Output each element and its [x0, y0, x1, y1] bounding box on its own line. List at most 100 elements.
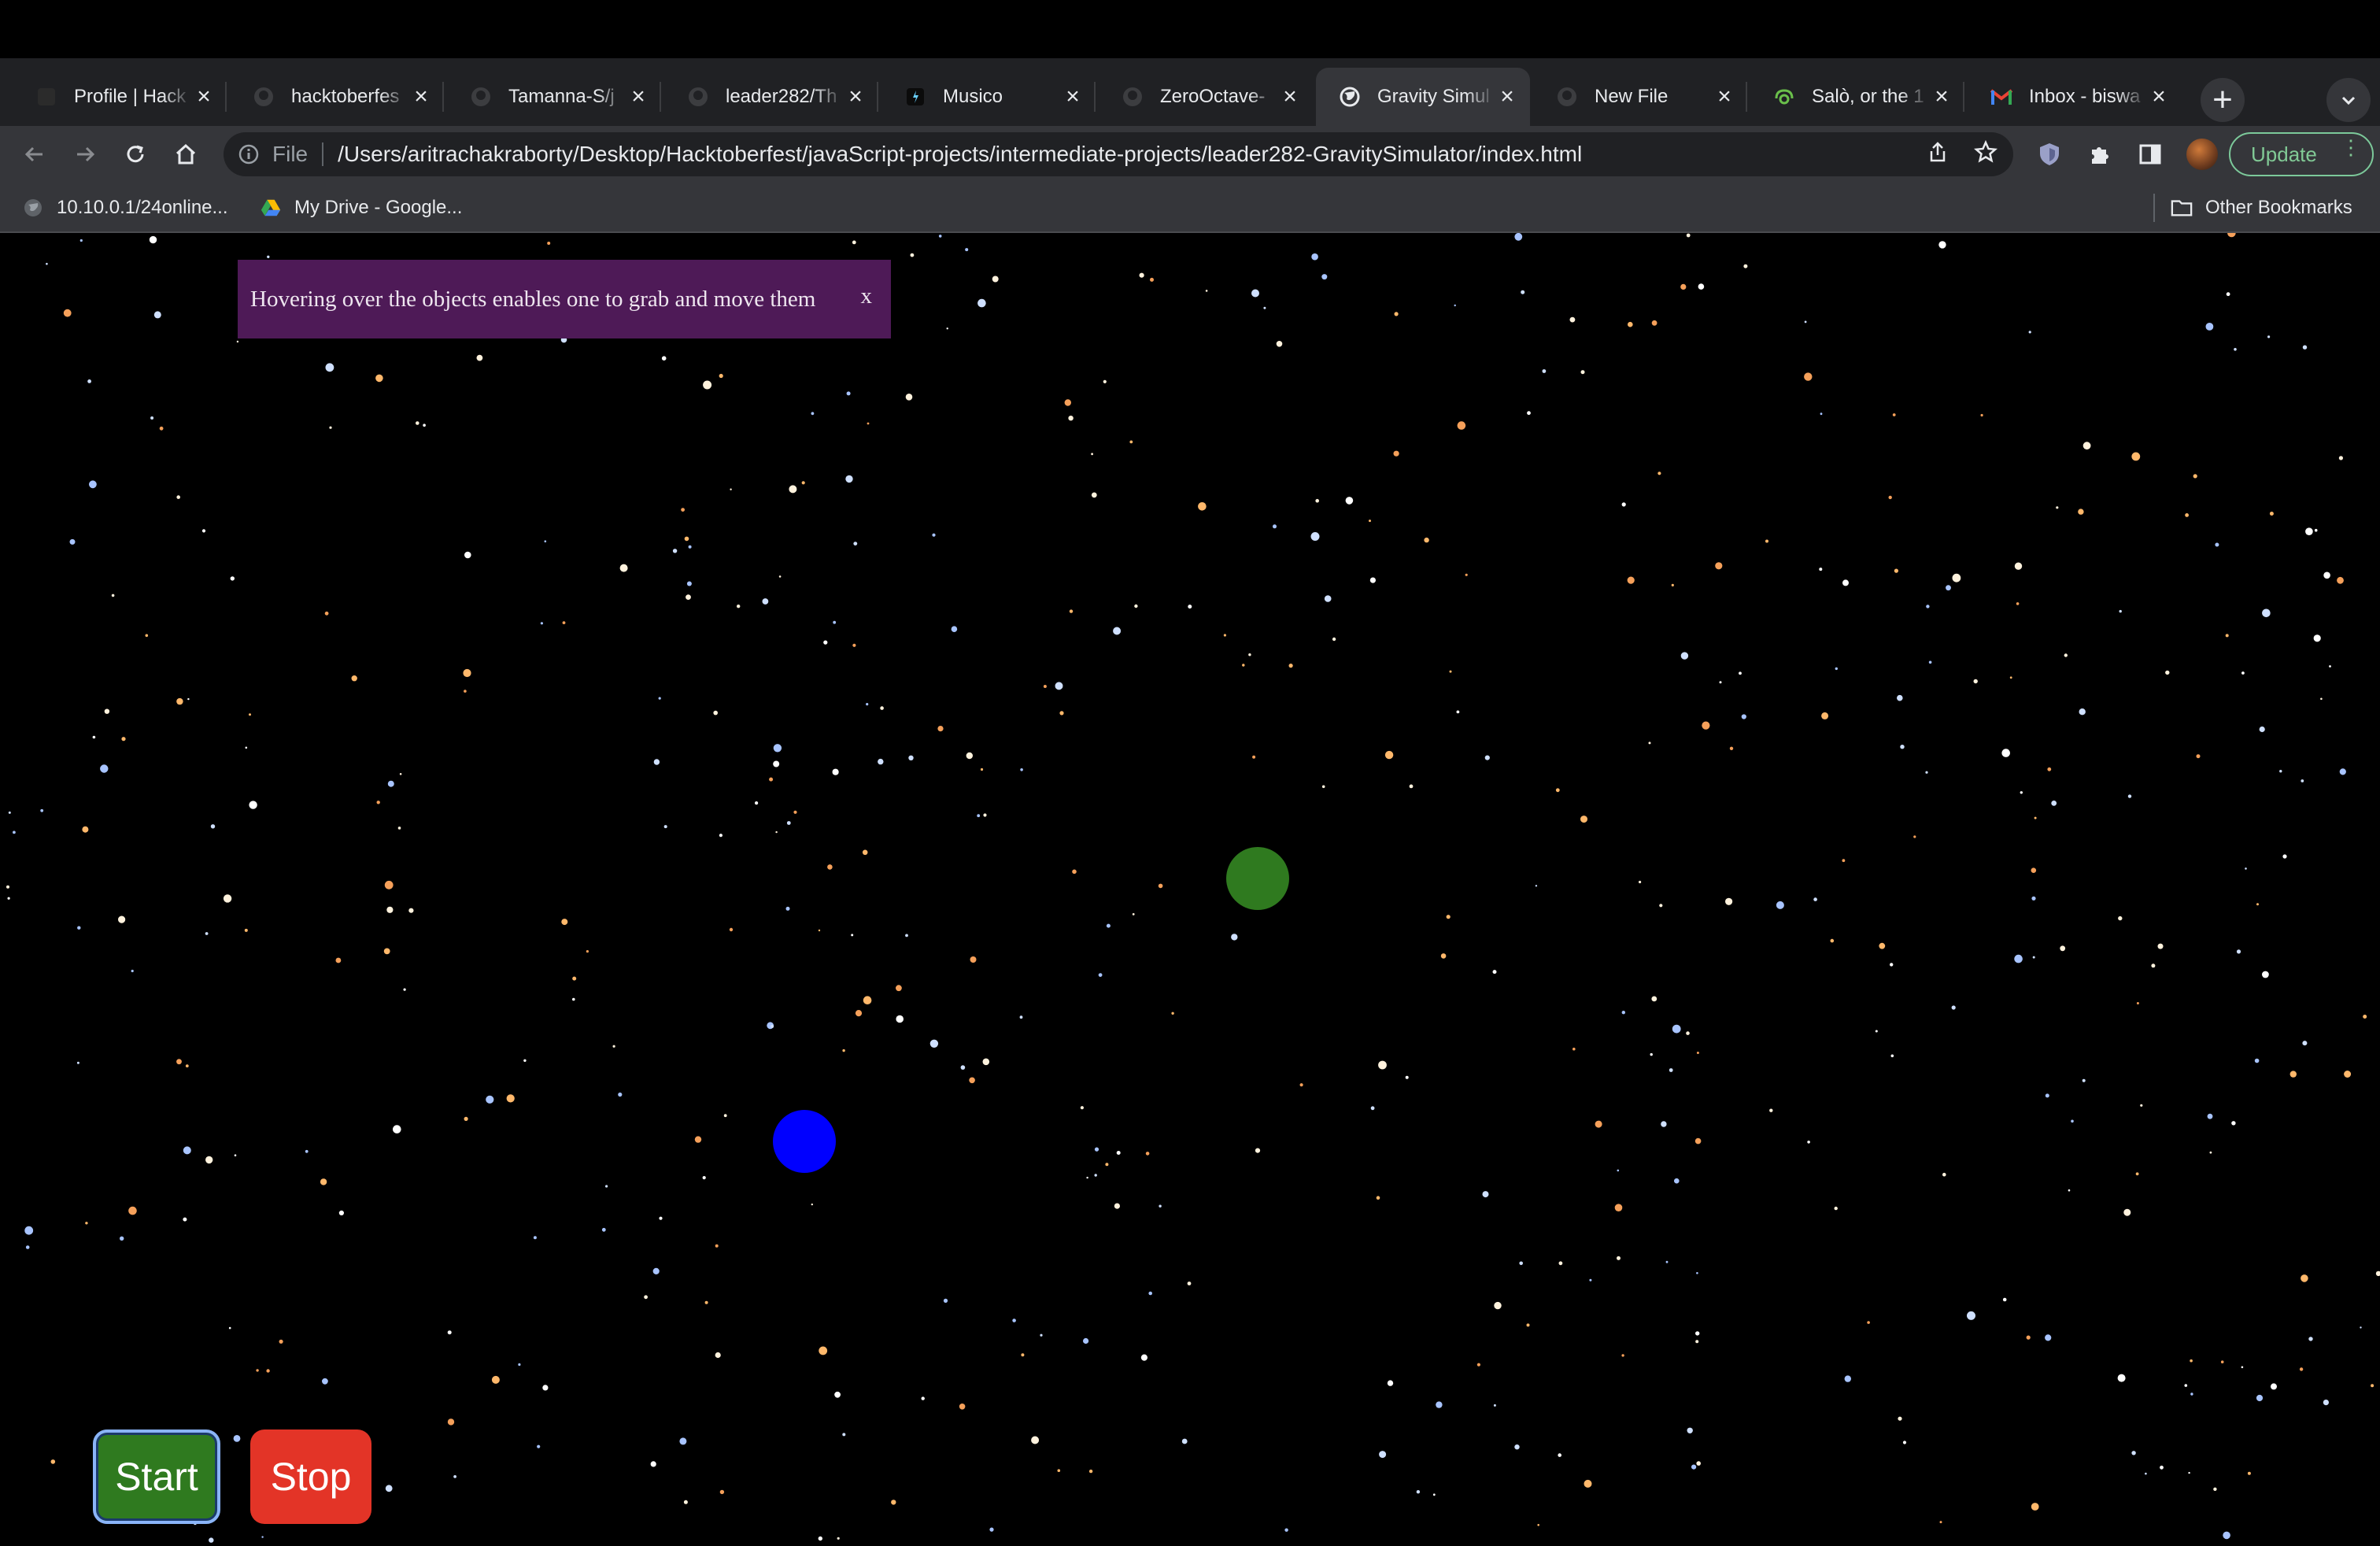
star [1088, 1469, 1093, 1474]
tab-inbox[interactable]: Inbox - biswa × [1968, 68, 2182, 126]
bookmark-my-drive[interactable]: My Drive - Google... [260, 194, 462, 222]
tab-gravity-simulator[interactable]: Gravity Simul × [1316, 68, 1530, 126]
star [1019, 1015, 1023, 1019]
star [1129, 440, 1133, 444]
star [7, 897, 10, 900]
star [183, 1217, 187, 1222]
new-tab-button[interactable]: + [2201, 78, 2245, 122]
star [1686, 1031, 1690, 1035]
star [1680, 283, 1687, 290]
star [980, 767, 984, 771]
tab-title: hacktoberfes [291, 86, 400, 107]
star [2337, 576, 2344, 584]
star [79, 239, 83, 242]
star [1387, 1380, 1394, 1386]
tab-leader282[interactable]: leader282/Th × [664, 68, 878, 126]
star [1702, 721, 1710, 730]
star [1310, 532, 1320, 541]
star [1913, 835, 1916, 838]
star [1311, 253, 1318, 261]
star [2082, 442, 2091, 450]
green-body[interactable] [1226, 847, 1289, 910]
tab-salo[interactable]: Salò, or the 1 × [1750, 68, 1964, 126]
star [715, 1352, 721, 1359]
hint-close-button[interactable]: x [861, 283, 873, 309]
star [1521, 290, 1525, 294]
side-panel-icon[interactable] [2131, 135, 2169, 173]
star [688, 545, 692, 549]
close-icon[interactable]: × [409, 83, 433, 109]
star [601, 1227, 606, 1232]
close-icon[interactable]: × [1061, 83, 1085, 109]
tab-title: New File [1595, 86, 1669, 107]
star [159, 426, 164, 431]
forward-button[interactable] [66, 135, 104, 173]
star [1804, 320, 1807, 324]
star [1205, 290, 1208, 292]
star [2056, 506, 2059, 509]
close-icon[interactable]: × [1495, 83, 1519, 109]
more-menu-icon[interactable]: ⋮ [2341, 137, 2361, 157]
info-icon[interactable] [238, 143, 260, 165]
profile-avatar[interactable] [2186, 139, 2218, 170]
star [1892, 413, 1896, 416]
close-icon[interactable]: × [1713, 83, 1736, 109]
update-button[interactable]: Update ⋮ [2229, 132, 2374, 176]
tab-profile-hack[interactable]: Profile | Hack × [13, 68, 227, 126]
puzzle-extensions-icon[interactable] [2081, 135, 2119, 173]
blue-body[interactable] [773, 1110, 836, 1173]
close-icon[interactable]: × [1278, 83, 1302, 109]
star [183, 1146, 191, 1155]
tab-hacktoberfest[interactable]: hacktoberfes × [230, 68, 444, 126]
close-icon[interactable]: × [192, 83, 216, 109]
start-button[interactable]: Start [93, 1429, 220, 1524]
star [1181, 1438, 1188, 1444]
star [1145, 1152, 1150, 1156]
tab-zerooctave[interactable]: ZeroOctave- × [1099, 68, 1313, 126]
star [2026, 1335, 2031, 1340]
star [785, 906, 790, 911]
bookmark-24online[interactable]: 10.10.0.1/24online... [22, 194, 228, 222]
address-bar[interactable]: File /Users/aritrachakraborty/Desktop/Ha… [224, 132, 2013, 176]
star [2118, 915, 2123, 921]
url-scheme: File [272, 142, 309, 166]
star [1376, 1196, 1380, 1200]
star [951, 626, 958, 632]
other-bookmarks[interactable]: Other Bookmarks [2171, 194, 2352, 222]
star [1769, 1108, 1773, 1112]
tab-new-file[interactable]: New File × [1533, 68, 1747, 126]
star [2060, 945, 2066, 952]
star [153, 311, 161, 319]
star [2020, 791, 2023, 794]
star [561, 919, 568, 926]
home-button[interactable] [167, 135, 205, 173]
star [1890, 1054, 1894, 1058]
shield-extension-icon[interactable] [2031, 135, 2068, 173]
star [1369, 520, 1371, 523]
star [658, 697, 661, 700]
star [50, 1459, 56, 1464]
close-icon[interactable]: × [626, 83, 650, 109]
star [1537, 1524, 1539, 1526]
tab-musico[interactable]: Musico × [881, 68, 1096, 126]
star [1715, 562, 1723, 570]
star [1324, 595, 1332, 602]
star [819, 1346, 828, 1356]
reload-button[interactable] [116, 135, 154, 173]
star [1830, 938, 1835, 943]
close-icon[interactable]: × [844, 83, 867, 109]
tab-search-button[interactable] [2326, 78, 2371, 122]
star [1535, 885, 1538, 887]
github-icon [1121, 85, 1144, 109]
share-icon[interactable] [1927, 141, 1949, 168]
stop-button[interactable]: Stop [250, 1429, 371, 1524]
tab-tamanna[interactable]: Tamanna-S/j × [447, 68, 661, 126]
star-icon[interactable] [1973, 139, 1998, 169]
star [989, 1527, 994, 1532]
close-icon[interactable]: × [2147, 83, 2171, 109]
star [2339, 768, 2346, 775]
starfield-canvas[interactable] [0, 233, 2380, 1546]
tab-strip: Profile | Hack × hacktoberfes × Tamanna-… [0, 58, 2380, 126]
close-icon[interactable]: × [1930, 83, 1953, 109]
back-button[interactable] [16, 135, 54, 173]
